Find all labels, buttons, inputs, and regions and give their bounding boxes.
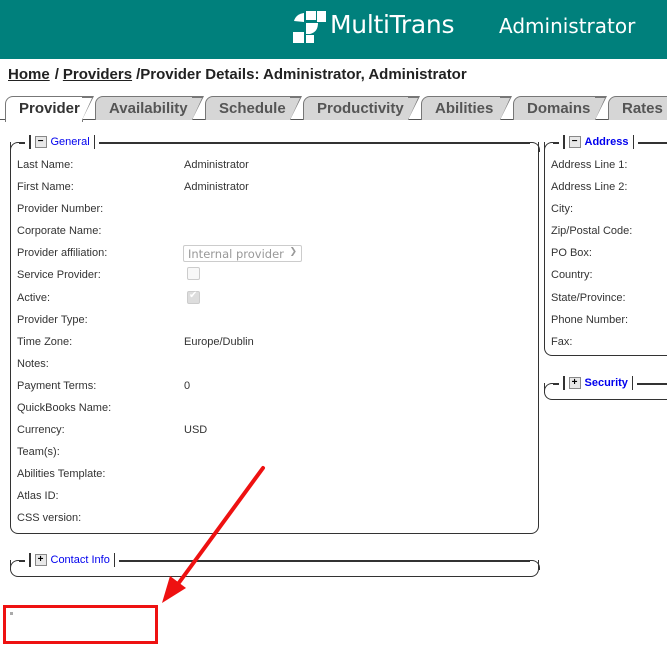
tab-label: Provider (19, 100, 80, 117)
tab-provider[interactable]: Provider (5, 96, 94, 122)
annotation-arrow-icon (162, 466, 265, 603)
arrow-shaft (176, 466, 265, 586)
